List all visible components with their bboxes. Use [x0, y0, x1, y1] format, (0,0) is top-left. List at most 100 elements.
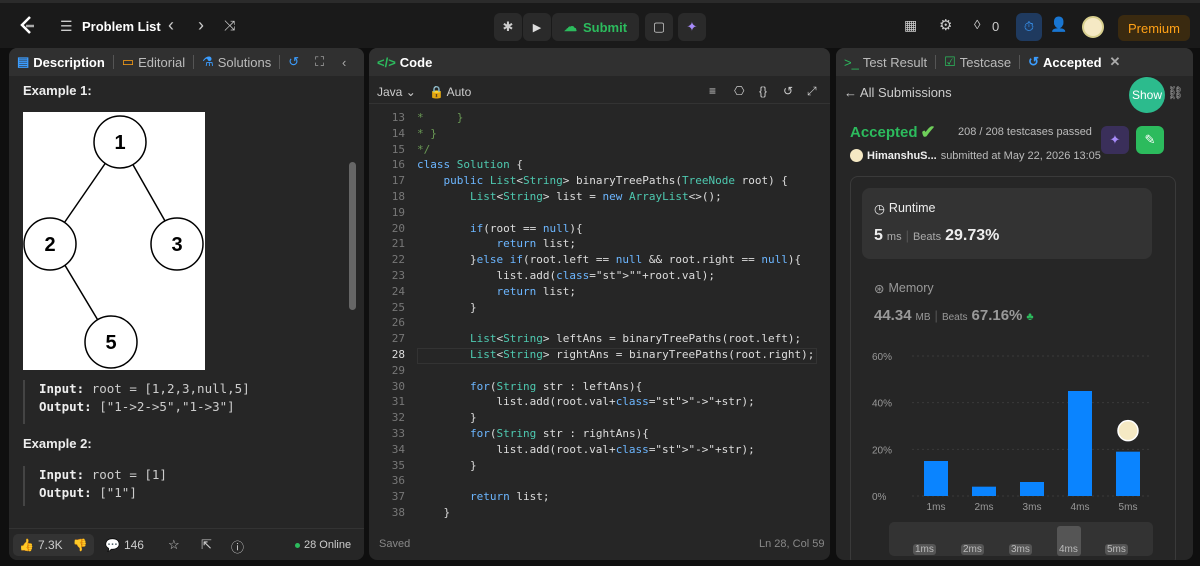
tab-solutions[interactable]: ⚗ Solutions [194, 54, 279, 70]
code-line[interactable]: 33 for(String str : rightAns){ [369, 426, 819, 442]
code-line[interactable]: 31 list.add(root.val+class="st">"->"+str… [369, 394, 819, 410]
settings-icon[interactable]: ⚙ [939, 16, 952, 34]
avatar[interactable] [1082, 16, 1104, 38]
code-line[interactable]: 22 }else if(root.left == null && root.ri… [369, 252, 819, 268]
auto-mode[interactable]: 🔒 Auto [429, 85, 471, 99]
code-line[interactable]: 32 } [369, 410, 819, 426]
submit-button[interactable]: ☁ Submit [552, 13, 639, 41]
debug-button[interactable]: ✱ [494, 13, 522, 41]
show-button[interactable]: Show [1129, 77, 1165, 113]
next-problem-icon[interactable]: › [198, 15, 204, 36]
help-icon[interactable]: ⓘ [231, 537, 244, 556]
streak-icon[interactable]: ◊ [974, 17, 980, 32]
add-friend-icon[interactable]: 👤 [1050, 16, 1067, 33]
line-number: 23 [391, 269, 405, 282]
tab-submissions[interactable]: ↺ [280, 54, 307, 70]
submitted-time: submitted at May 22, 2026 13:05 [940, 149, 1101, 162]
leetcode-logo-icon[interactable] [18, 15, 38, 37]
share-icon[interactable]: ⇱ [201, 537, 212, 553]
code-line[interactable]: 36 [369, 473, 819, 489]
bookmark-icon[interactable]: ⎔ [734, 84, 744, 98]
runtime-card[interactable]: ◷ Runtime 5 ms | Beats 29.73% [862, 188, 1152, 259]
description-panel: ▤ Description ▭ Editorial ⚗ Solutions ↺ ⛶ ‹… [9, 48, 364, 560]
code-line[interactable]: 18 List<String> list = new ArrayList<>()… [369, 189, 819, 205]
sparkle-icon: ✦ [686, 19, 698, 34]
language-select[interactable]: Java ⌄ [377, 85, 416, 99]
code-line[interactable]: 23 list.add(class="st">""+root.val); [369, 268, 819, 284]
code-line[interactable]: 38 } [369, 505, 819, 521]
code-line[interactable]: 29 [369, 363, 819, 379]
tab-test-result[interactable]: >_ Test Result [836, 55, 935, 70]
star-icon[interactable]: ☆ [168, 537, 180, 553]
tab-accepted[interactable]: ↺ Accepted ✕ [1020, 54, 1128, 70]
line-number: 32 [391, 411, 405, 425]
chart-scroller[interactable]: 1ms 2ms 3ms 4ms 5ms [889, 522, 1153, 556]
code-line[interactable]: 35 } [369, 458, 819, 474]
beats-label: Beats [941, 312, 968, 323]
premium-button[interactable]: Premium [1118, 15, 1190, 41]
code-line[interactable]: 37 return list; [369, 489, 819, 505]
output-value: ["1"] [99, 485, 137, 500]
link-icon[interactable]: ⛓ [1167, 85, 1184, 101]
code-line[interactable]: 34 list.add(root.val+class="st">"->"+str… [369, 442, 819, 458]
code-line[interactable]: 13 * } [369, 110, 819, 126]
ai-assist-button[interactable]: ✦ [678, 13, 706, 41]
problem-list-link[interactable]: Problem List [82, 19, 161, 34]
flask-icon: ⚗ [202, 54, 214, 69]
shuffle-icon[interactable]: ⤨ [224, 17, 235, 34]
runtime-distribution-chart[interactable]: 60% 40% 20% 0% 1ms 2ms 3ms 4ms 5ms [862, 344, 1162, 519]
close-icon[interactable]: ✕ [1110, 54, 1121, 70]
description-tabs: ▤ Description ▭ Editorial ⚗ Solutions ↺ ⛶ ‹ [9, 48, 364, 76]
fullscreen-icon[interactable]: ⤢ [807, 84, 817, 99]
collapse-icon[interactable]: ‹ [342, 55, 346, 70]
code-line[interactable]: 20 if(root == null){ [369, 221, 819, 237]
code-line[interactable]: 27 List<String> leftAns = binaryTreePath… [369, 331, 819, 347]
tab-code[interactable]: </> Code [369, 55, 440, 70]
all-submissions-link[interactable]: ← All Submissions [844, 85, 952, 100]
code-line[interactable]: 30 for(String str : leftAns){ [369, 379, 819, 395]
memory-heading[interactable]: ⊛ Memory [874, 281, 934, 296]
online-indicator: 28 Online [295, 539, 351, 551]
arrow-left-icon: ← [844, 85, 857, 100]
code-line[interactable]: 25 } [369, 300, 819, 316]
format-icon[interactable]: ≡ [709, 84, 716, 98]
bar-2ms[interactable] [972, 486, 996, 496]
list-icon[interactable]: ☰ [60, 18, 73, 35]
code-line[interactable]: 16 class Solution { [369, 157, 819, 173]
code-line[interactable]: 17 public List<String> binaryTreePaths(T… [369, 173, 819, 189]
tab-editorial[interactable]: ▭ Editorial [114, 54, 193, 70]
prev-problem-icon[interactable]: ‹ [168, 15, 174, 36]
code-line[interactable]: 14 * } [369, 126, 819, 142]
ai-analyze-button[interactable]: ✦ [1101, 126, 1129, 154]
braces-icon[interactable]: {} [759, 84, 767, 98]
code-editor[interactable]: 13 * } 14 * } 15 */16 class Solution {17 publi… [369, 110, 819, 525]
code-line[interactable]: 21 return list; [369, 236, 819, 252]
bar-4ms[interactable] [1068, 391, 1092, 496]
run-button[interactable]: ▶ [523, 13, 551, 41]
bar-1ms[interactable] [924, 461, 948, 496]
tab-testcase[interactable]: ☑ Testcase [936, 54, 1019, 70]
scrollbar[interactable] [349, 162, 356, 310]
notes-button[interactable]: ▢ [645, 13, 673, 41]
layout-icon[interactable]: ▦ [904, 17, 917, 34]
thumbs-up-icon: 👍 [19, 538, 34, 552]
comments-button[interactable]: 💬 146 [105, 538, 144, 552]
line-number: 27 [391, 332, 405, 346]
code-line[interactable]: 26 [369, 315, 819, 331]
code-text: }else if(root.left == null && root.right… [417, 253, 802, 267]
tab-description[interactable]: ▤ Description [9, 54, 113, 70]
tab-test-result-label: Test Result [862, 54, 928, 70]
code-line[interactable]: 24 return list; [369, 284, 819, 300]
edit-button[interactable]: ✎ [1136, 126, 1164, 154]
bar-3ms[interactable] [1020, 482, 1044, 496]
input-label: Input: [39, 381, 85, 396]
expand-icon[interactable]: ⛶ [315, 54, 324, 70]
timer-button[interactable]: ⏱ [1016, 13, 1042, 41]
bar-5ms[interactable] [1116, 451, 1140, 496]
reset-icon[interactable]: ↺ [783, 84, 793, 98]
code-line[interactable]: 15 */ [369, 142, 819, 158]
like-button[interactable]: 👍 7.3K 👎 [13, 534, 94, 556]
runtime-label: Runtime [888, 201, 936, 215]
code-line[interactable]: 19 [369, 205, 819, 221]
chip-icon: ⊛ [874, 282, 885, 296]
